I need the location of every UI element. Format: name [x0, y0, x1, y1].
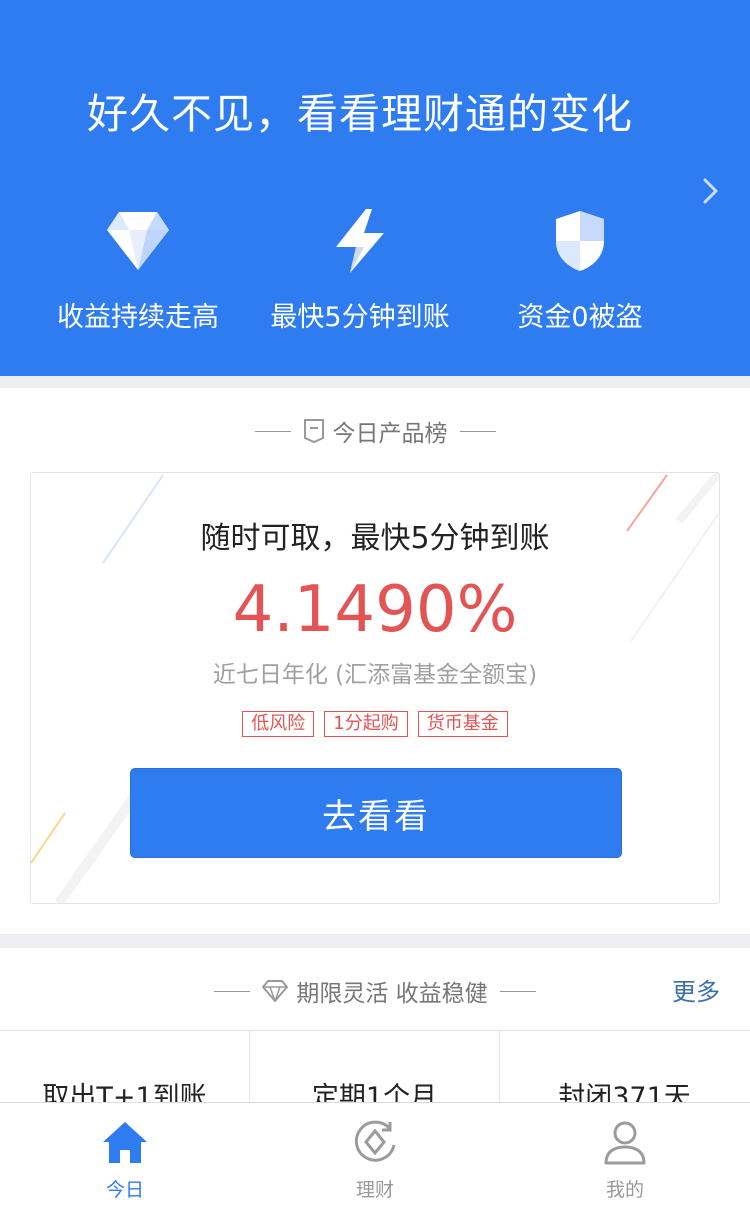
shield-icon	[556, 211, 604, 271]
product-ranking-panel: 今日产品榜 随时可取，最快5分钟到账 4.1490% 近七日年化 (汇添富基金全…	[0, 388, 750, 934]
diamond-icon	[107, 212, 169, 270]
person-icon	[604, 1121, 646, 1165]
section-header: 今日产品榜	[0, 414, 750, 448]
tab-wealth[interactable]: 理财	[250, 1103, 500, 1207]
tag-risk: 低风险	[242, 711, 315, 737]
chevron-right-icon[interactable]	[694, 174, 728, 208]
flexible-terms-panel: 期限灵活 收益稳健 更多 取出T+1到账 定期1个月 封闭371天	[0, 948, 750, 1113]
feature-label: 资金0被盗	[517, 302, 643, 333]
product-title: 随时可取，最快5分钟到账	[200, 521, 550, 556]
term-option[interactable]: 定期1个月	[250, 1031, 500, 1113]
feature-security: 资金0被盗	[460, 205, 700, 334]
tab-label: 今日	[105, 1179, 144, 1201]
feature-fast-withdraw: 最快5分钟到账	[240, 205, 480, 334]
divider	[499, 990, 536, 992]
tab-today[interactable]: 今日	[0, 1103, 250, 1207]
term-option[interactable]: 取出T+1到账	[0, 1031, 250, 1113]
tag-min-purchase: 1分起购	[324, 711, 408, 737]
tag-fund-type: 货币基金	[417, 711, 508, 737]
tab-mine[interactable]: 我的	[500, 1103, 750, 1207]
feature-label: 最快5分钟到账	[270, 302, 450, 333]
ribbon-icon	[303, 419, 324, 444]
hero-title: 好久不见，看看理财通的变化	[87, 90, 633, 138]
home-icon	[103, 1122, 147, 1163]
diamond-outline-icon	[262, 980, 289, 1002]
divider	[254, 430, 291, 432]
feature-high-yield: 收益持续走高	[18, 205, 258, 334]
hero-banner[interactable]: 好久不见，看看理财通的变化 收益持续走高 最快5分钟到账 资金0被盗	[0, 0, 750, 376]
section-title: 期限灵活 收益稳健	[296, 981, 488, 1007]
more-link[interactable]: 更多	[672, 972, 720, 1007]
view-button[interactable]: 去看看	[130, 768, 622, 858]
term-options: 取出T+1到账 定期1个月 封闭371天	[0, 1030, 750, 1113]
divider	[214, 990, 251, 992]
lightning-icon	[336, 209, 384, 273]
divider	[459, 430, 496, 432]
bottom-tab-bar: 今日 理财 我的	[0, 1102, 750, 1207]
yield-description: 近七日年化 (汇添富基金全额宝)	[212, 662, 538, 688]
tab-label: 我的	[605, 1179, 644, 1201]
wealth-icon	[354, 1120, 396, 1162]
feature-label: 收益持续走高	[57, 302, 219, 333]
product-card[interactable]: 随时可取，最快5分钟到账 4.1490% 近七日年化 (汇添富基金全额宝) 低风…	[30, 472, 720, 904]
section-header: 期限灵活 收益稳健	[0, 974, 750, 1008]
tab-label: 理财	[355, 1179, 394, 1201]
product-tags: 低风险 1分起购 货币基金	[31, 711, 719, 737]
yield-rate: 4.1490%	[232, 573, 518, 647]
term-option[interactable]: 封闭371天	[500, 1031, 749, 1113]
section-title: 今日产品榜	[332, 421, 448, 447]
